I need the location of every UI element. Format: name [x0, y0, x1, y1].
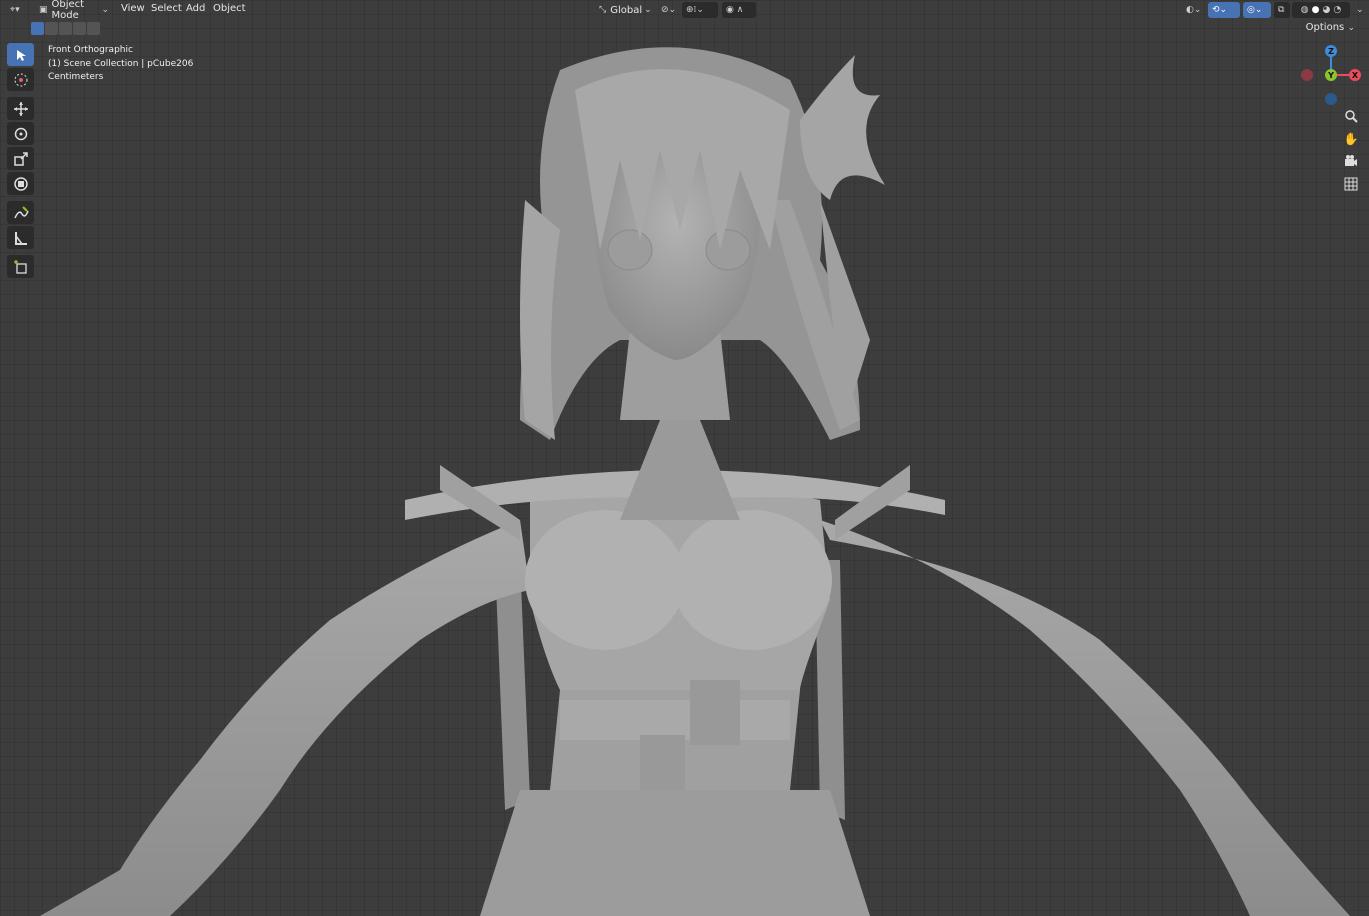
zoom-icon	[1345, 110, 1358, 123]
options-dropdown[interactable]: Options ⌄	[1306, 22, 1355, 33]
shading-options-button[interactable]: ⌄	[1352, 2, 1366, 18]
move-tool[interactable]	[7, 97, 34, 120]
select-new-icon[interactable]	[31, 22, 44, 35]
camera-icon	[1345, 155, 1357, 166]
add-cube-icon	[13, 259, 27, 274]
rotate-tool[interactable]	[7, 122, 34, 145]
rendered-shading-icon[interactable]: ◔	[1333, 5, 1341, 15]
grid-icon	[1344, 177, 1358, 191]
gizmo-y-axis[interactable]: Y	[1325, 69, 1337, 81]
visibility-button[interactable]: ◐⌄	[1182, 2, 1206, 18]
select-extend-icon[interactable]	[45, 22, 58, 35]
orientation-icon: ⤡	[599, 5, 607, 15]
annotate-tool[interactable]	[7, 201, 34, 224]
measure-icon	[14, 231, 27, 245]
gizmo-icon: ⟲⌄	[1212, 5, 1228, 15]
view-name: Front Orthographic	[48, 45, 133, 55]
viewport-header: ⌖▾ ▣ Object Mode ⌄ View Select Add Objec…	[0, 0, 1369, 21]
menu-add[interactable]: Add	[186, 3, 205, 14]
editor-type-button[interactable]: ⌖▾	[6, 2, 30, 18]
chevron-down-icon: ⌄	[1356, 5, 1364, 15]
viewport-info-overlay: Front Orthographic (1) Scene Collection …	[48, 44, 193, 85]
chevron-down-icon: ⌄	[1347, 23, 1355, 33]
gizmo-z-axis[interactable]: Z	[1325, 45, 1337, 57]
navigation-gizmo[interactable]: Z Y X	[1300, 44, 1364, 108]
overlay-toggle[interactable]: ◎⌄	[1243, 2, 1271, 18]
character-model[interactable]	[0, 0, 1369, 916]
chevron-down-icon: ⌄	[101, 5, 109, 15]
collection-info: (1) Scene Collection | pCube206	[48, 58, 194, 69]
menu-object[interactable]: Object	[213, 3, 246, 14]
proportional-edit-icon: ◉ ∧	[726, 5, 744, 15]
solid-shading-icon[interactable]: ●	[1312, 5, 1320, 15]
menu-view[interactable]: View	[121, 3, 145, 14]
select-box-tool[interactable]	[7, 43, 34, 66]
add-cube-tool[interactable]	[7, 255, 34, 278]
gizmo-neg-x-axis[interactable]	[1301, 69, 1313, 81]
mode-label: Object Mode	[51, 0, 85, 21]
pivot-icon: ⊘⌄	[661, 5, 677, 15]
xray-toggle[interactable]: ⧉	[1274, 2, 1290, 18]
measure-tool[interactable]	[7, 226, 34, 249]
y-axis-label: Y	[1328, 70, 1334, 80]
transform-tool[interactable]	[7, 172, 34, 195]
annotate-icon	[13, 205, 29, 218]
snap-toggle[interactable]: ⊕⁞⌄	[682, 2, 718, 18]
eye-icon: ◐⌄	[1186, 5, 1202, 15]
scale-tool[interactable]	[7, 147, 34, 170]
shading-buttons[interactable]: ◍ ● ◕ ◔	[1292, 2, 1350, 18]
mode-dropdown[interactable]: ▣ Object Mode ⌄	[35, 0, 113, 21]
overlay-icon: ◎⌄	[1247, 5, 1263, 15]
move-icon	[13, 101, 28, 116]
wireframe-shading-icon[interactable]: ◍	[1301, 5, 1309, 15]
camera-view-button[interactable]	[1341, 151, 1361, 171]
object-mode-icon: ▣	[39, 5, 48, 15]
select-intersect-icon[interactable]	[87, 22, 100, 35]
xray-icon: ⧉	[1278, 5, 1285, 15]
options-label: Options	[1305, 22, 1345, 33]
proportional-edit-toggle[interactable]: ◉ ∧	[722, 2, 756, 18]
gizmo-x-axis[interactable]: X	[1349, 69, 1361, 81]
chevron-down-icon: ⌄	[644, 5, 652, 15]
select-subtract-icon[interactable]	[59, 22, 72, 35]
x-axis-label: X	[1351, 70, 1359, 80]
units-label: Centimeters	[48, 72, 104, 82]
select-box-icon	[16, 49, 26, 61]
z-axis-label: Z	[1328, 46, 1334, 56]
hand-pan-icon: ✋	[1343, 132, 1359, 146]
menu-select[interactable]: Select	[151, 3, 182, 14]
zoom-button[interactable]	[1341, 106, 1361, 126]
gizmo-toggle[interactable]: ⟲⌄	[1208, 2, 1240, 18]
pan-button[interactable]: ✋	[1341, 129, 1361, 149]
snap-icon: ⊕⁞⌄	[686, 5, 704, 15]
scale-icon	[13, 151, 28, 166]
cursor-icon	[14, 73, 27, 86]
editor-type-icon: ⌖▾	[10, 5, 20, 15]
3d-viewport[interactable]: ⌖▾ ▣ Object Mode ⌄ View Select Add Objec…	[0, 0, 1369, 916]
material-shading-icon[interactable]: ◕	[1323, 5, 1331, 15]
pivot-point-button[interactable]: ⊘⌄	[657, 2, 679, 18]
selection-mode-buttons	[31, 22, 101, 36]
orientation-label: Global	[610, 4, 643, 16]
rotate-icon	[14, 127, 27, 140]
gizmo-neg-z-axis[interactable]	[1325, 93, 1337, 105]
orientation-dropdown[interactable]: ⤡ Global ⌄	[595, 2, 653, 18]
perspective-toggle-button[interactable]	[1341, 174, 1361, 194]
cursor-tool[interactable]	[7, 68, 34, 91]
select-invert-icon[interactable]	[73, 22, 86, 35]
transform-icon	[13, 176, 28, 191]
